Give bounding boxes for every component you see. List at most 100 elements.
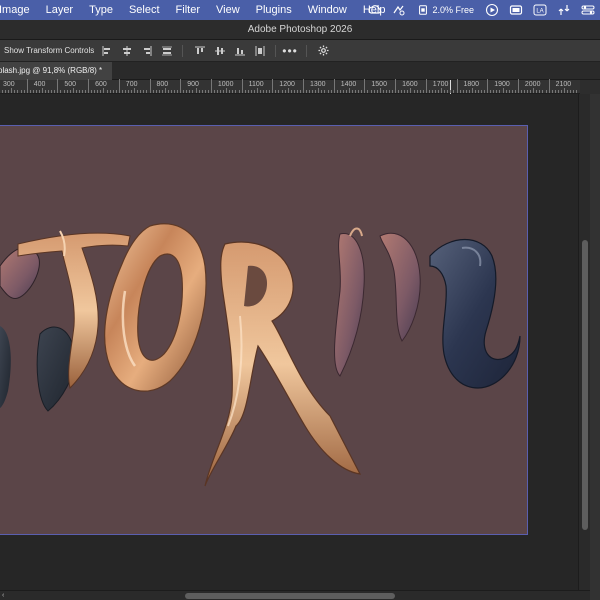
horizontal-scrollbar[interactable]: ‹ bbox=[0, 590, 590, 600]
ruler-tick bbox=[376, 90, 378, 93]
document-canvas[interactable] bbox=[0, 125, 528, 535]
ruler-label: 1500 bbox=[371, 81, 387, 88]
ruler-tick bbox=[112, 90, 114, 93]
ruler-tick bbox=[244, 90, 246, 93]
ruler-tick bbox=[189, 90, 191, 93]
show-transform-controls-label[interactable]: Show Transform Controls bbox=[0, 46, 94, 55]
ruler-tick bbox=[539, 90, 541, 93]
ruler-tick bbox=[51, 90, 53, 93]
ruler-tick bbox=[192, 90, 194, 93]
network-icon[interactable] bbox=[552, 0, 576, 20]
menu-filter[interactable]: Filter bbox=[168, 0, 208, 20]
ruler-tick bbox=[220, 90, 222, 93]
ruler-label: 1400 bbox=[340, 81, 357, 88]
ruler-tick bbox=[404, 90, 406, 93]
ruler-tick bbox=[358, 90, 360, 93]
vertical-scroll-thumb[interactable] bbox=[582, 240, 588, 530]
ruler-tick bbox=[557, 90, 559, 93]
align-top-icon[interactable] bbox=[193, 44, 207, 58]
ruler-tick bbox=[180, 79, 182, 93]
ruler-tick bbox=[487, 79, 489, 93]
ruler-label: 2100 bbox=[555, 81, 572, 88]
script-icon[interactable] bbox=[387, 0, 411, 20]
ruler-tick bbox=[167, 90, 169, 93]
ruler-tick bbox=[333, 79, 335, 93]
ruler-tick bbox=[511, 90, 513, 93]
ruler-tick bbox=[352, 90, 354, 93]
ruler-label: 2000 bbox=[524, 81, 541, 88]
input-source-icon[interactable]: LA bbox=[528, 0, 552, 20]
ruler-tick bbox=[97, 90, 99, 93]
status-area: 2.0% Free LA bbox=[363, 0, 600, 20]
ruler-tick bbox=[198, 90, 200, 93]
ruler-tick bbox=[170, 90, 172, 93]
align-left-icon[interactable] bbox=[100, 44, 114, 58]
ruler-tick bbox=[367, 90, 369, 93]
align-right-icon[interactable] bbox=[140, 44, 154, 58]
ruler-tick bbox=[161, 90, 163, 93]
ruler-tick bbox=[447, 90, 449, 93]
gear-icon[interactable] bbox=[317, 44, 331, 58]
ruler-tick bbox=[388, 90, 390, 93]
ruler-tick bbox=[247, 90, 249, 93]
ruler-tick bbox=[152, 90, 154, 93]
menu-image[interactable]: Image bbox=[0, 0, 38, 20]
ruler-tick bbox=[210, 79, 212, 93]
align-vcenter-icon[interactable] bbox=[213, 44, 227, 58]
menu-plugins[interactable]: Plugins bbox=[248, 0, 300, 20]
document-tab[interactable]: plash.jpg @ 91,8% (RGB/8) * bbox=[0, 62, 112, 80]
ruler-tick bbox=[263, 90, 265, 93]
ruler-tick bbox=[266, 90, 268, 93]
control-center-icon[interactable] bbox=[576, 0, 600, 20]
play-icon[interactable] bbox=[480, 0, 504, 20]
ruler-tick bbox=[370, 90, 372, 93]
ruler-tick bbox=[312, 90, 314, 93]
ruler-tick bbox=[567, 90, 569, 93]
ruler-tick bbox=[453, 90, 455, 93]
ruler-tick bbox=[361, 90, 363, 93]
ruler-tick bbox=[207, 90, 209, 93]
ruler-label: 300 bbox=[3, 81, 15, 88]
ruler-tick bbox=[299, 90, 301, 93]
more-options-icon[interactable]: ••• bbox=[282, 44, 298, 58]
ruler-label: 1000 bbox=[217, 81, 234, 88]
ruler-tick bbox=[235, 90, 237, 93]
horizontal-scroll-thumb[interactable] bbox=[185, 593, 395, 599]
creative-cloud-icon[interactable] bbox=[363, 0, 387, 20]
ruler-tick bbox=[379, 88, 381, 93]
menu-type[interactable]: Type bbox=[81, 0, 121, 20]
align-hcenter-icon[interactable] bbox=[120, 44, 134, 58]
ruler-tick bbox=[441, 88, 443, 93]
ruler-tick bbox=[272, 79, 274, 93]
document-tab-label: plash.jpg @ 91,8% (RGB/8) * bbox=[0, 66, 103, 75]
menu-select[interactable]: Select bbox=[121, 0, 168, 20]
align-justify-icon[interactable] bbox=[160, 44, 174, 58]
ruler-tick bbox=[35, 90, 37, 93]
ruler-label: 600 bbox=[95, 81, 107, 88]
ruler-tick bbox=[431, 90, 433, 93]
memory-indicator[interactable]: 2.0% Free bbox=[411, 4, 480, 16]
ruler-tick bbox=[462, 90, 464, 93]
ruler-tick bbox=[349, 88, 351, 93]
scroll-left-icon[interactable]: ‹ bbox=[2, 591, 4, 600]
menu-view[interactable]: View bbox=[208, 0, 248, 20]
ruler-tick bbox=[42, 88, 44, 93]
menu-layer[interactable]: Layer bbox=[38, 0, 82, 20]
ruler-tick bbox=[75, 90, 77, 93]
align-bottom-icon[interactable] bbox=[233, 44, 247, 58]
ruler-tick bbox=[373, 90, 375, 93]
ruler-tick bbox=[309, 90, 311, 93]
vertical-scrollbar[interactable] bbox=[578, 94, 590, 590]
menu-window[interactable]: Window bbox=[300, 0, 355, 20]
ruler-tick bbox=[5, 90, 7, 93]
ruler-tick bbox=[303, 79, 304, 93]
distribute-icon[interactable] bbox=[253, 44, 267, 58]
ruler-tick bbox=[11, 88, 13, 93]
screen-icon[interactable] bbox=[504, 0, 528, 20]
ruler-tick bbox=[164, 88, 166, 93]
ruler-tick bbox=[456, 79, 458, 93]
ruler-tick bbox=[226, 88, 228, 93]
ruler-tick bbox=[78, 90, 80, 93]
horizontal-ruler[interactable]: 300 400 500 600 700 800 900 1000 1100 1200 1300 140… bbox=[0, 79, 580, 94]
ruler-tick bbox=[407, 90, 409, 93]
